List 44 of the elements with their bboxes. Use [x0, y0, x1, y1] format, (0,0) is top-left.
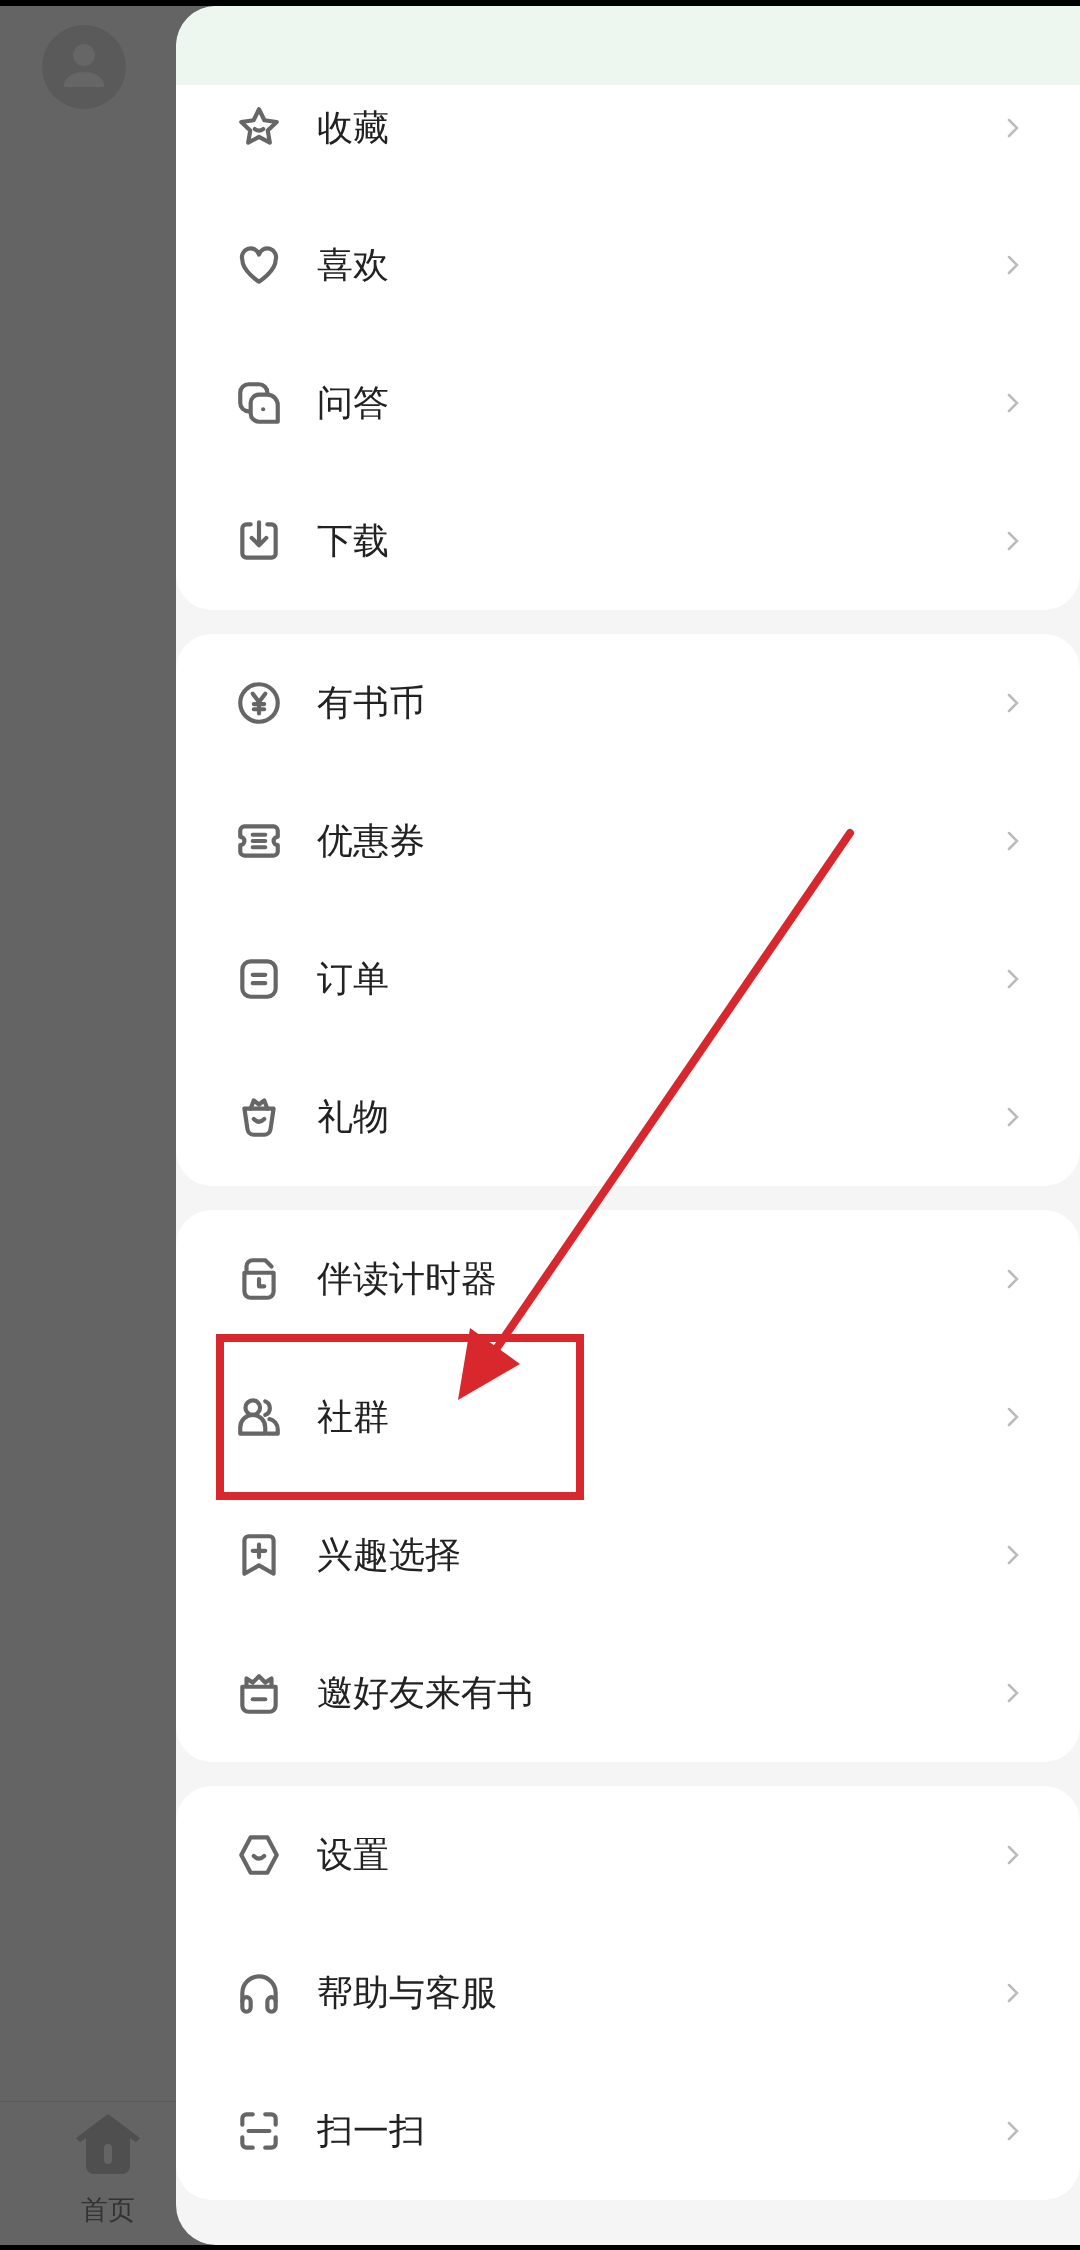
chevron-icon	[1006, 391, 1020, 415]
menu-item[interactable]: 设置	[176, 1786, 1080, 1924]
menu-label: 问答	[317, 381, 390, 425]
menu-item[interactable]: 下载	[176, 472, 1080, 610]
chevron-icon	[1006, 967, 1020, 991]
menu-label: 下载	[317, 519, 390, 563]
menu-item[interactable]: 扫一扫	[176, 2062, 1080, 2200]
menu-item[interactable]: 收藏	[176, 85, 1080, 196]
menu-label: 订单	[317, 957, 390, 1001]
menu-item[interactable]: 问答	[176, 334, 1080, 472]
chevron-icon	[1006, 1267, 1020, 1291]
menu-item[interactable]: 伴读计时器	[176, 1210, 1080, 1348]
chevron-icon	[1006, 1105, 1020, 1129]
chevron-icon	[1006, 691, 1020, 715]
menu-label: 邀好友来有书	[317, 1671, 534, 1715]
menu-label: 兴趣选择	[317, 1533, 462, 1577]
menu-item[interactable]: 邀好友来有书	[176, 1624, 1080, 1762]
menu-item[interactable]: 有书币	[176, 634, 1080, 772]
menu-label: 喜欢	[317, 243, 390, 287]
menu-item[interactable]: 喜欢	[176, 196, 1080, 334]
chevron-icon	[1006, 1543, 1020, 1567]
chevron-icon	[1006, 829, 1020, 853]
chevron-icon	[1006, 529, 1020, 553]
chevron-icon	[1006, 2119, 1020, 2143]
chevron-icon	[1006, 1681, 1020, 1705]
chevron-icon	[1006, 1843, 1020, 1867]
menu-label: 设置	[317, 1833, 390, 1877]
menu-label: 社群	[317, 1395, 390, 1439]
menu-label: 优惠券	[317, 819, 426, 863]
menu-label: 礼物	[317, 1095, 390, 1139]
menu-item[interactable]: 优惠券	[176, 772, 1080, 910]
menu-label: 收藏	[317, 105, 390, 150]
menu-item[interactable]: 帮助与客服	[176, 1924, 1080, 2062]
menu-label: 扫一扫	[317, 2109, 426, 2153]
menu-item[interactable]: 订单	[176, 910, 1080, 1048]
menu-item[interactable]: 社群	[176, 1348, 1080, 1486]
chevron-icon	[1006, 253, 1020, 277]
menu-label: 伴读计时器	[317, 1257, 498, 1301]
menu-label: 有书币	[317, 681, 426, 725]
chevron-icon	[1006, 1981, 1020, 2005]
chevron-icon	[1006, 1405, 1020, 1429]
menu-item[interactable]: 礼物	[176, 1048, 1080, 1186]
menu-item[interactable]: 兴趣选择	[176, 1486, 1080, 1624]
menu-label: 帮助与客服	[317, 1971, 498, 2015]
